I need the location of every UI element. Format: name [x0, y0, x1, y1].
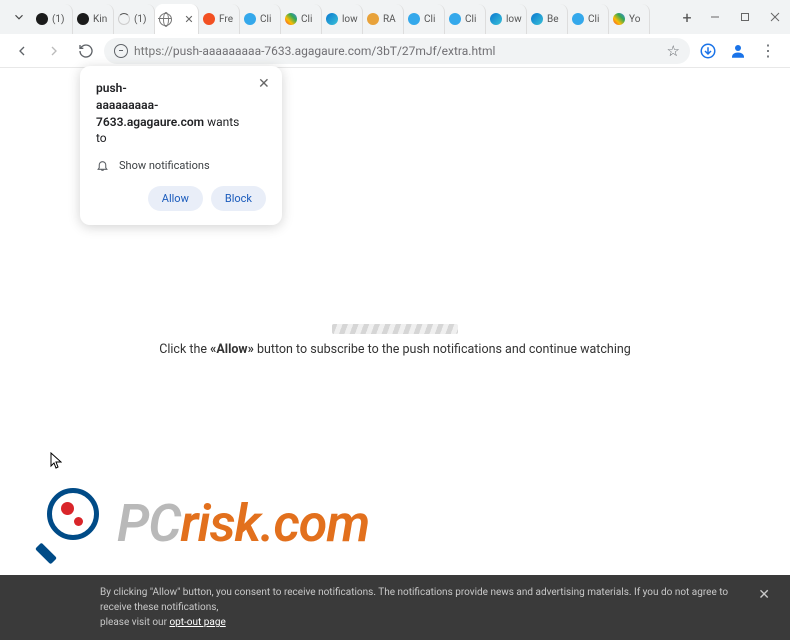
downloads-button[interactable] [694, 37, 722, 65]
browser-tab[interactable]: (1) [32, 4, 73, 34]
browser-tab[interactable]: Cli [240, 4, 281, 34]
nav-forward-button[interactable] [40, 37, 68, 65]
tab-favicon-icon [571, 12, 585, 26]
browser-tab[interactable]: Cli [404, 4, 445, 34]
browser-tab[interactable]: Cli [445, 4, 486, 34]
close-icon[interactable]: ✕ [258, 78, 270, 90]
tab-label: low [342, 14, 358, 25]
permission-capability-label: Show notifications [119, 159, 210, 172]
magnifier-icon [35, 484, 113, 562]
consent-banner: By clicking "Allow" button, you consent … [0, 575, 790, 640]
browser-tab[interactable]: Be [527, 4, 568, 34]
nav-back-button[interactable] [8, 37, 36, 65]
tab-label: Cli [465, 14, 476, 25]
tab-strip: (1) Kin (1) ✕ Fre Cli Cli low RA Cli Cli low Be Cli Yo [32, 0, 674, 34]
tab-favicon-icon [489, 12, 503, 26]
bell-icon [96, 159, 109, 172]
tab-favicon-icon [35, 12, 49, 26]
browser-tab[interactable]: low [486, 4, 527, 34]
tab-favicon-icon [530, 12, 544, 26]
address-bar: https://push-aaaaaaaaa-7633.agagaure.com… [0, 34, 790, 68]
tab-label: low [506, 14, 522, 25]
tab-label: Kin [93, 14, 107, 25]
tab-favicon-icon [325, 12, 339, 26]
brand-wordmark: PCrisk.com [117, 493, 369, 554]
allow-button[interactable]: Allow [148, 186, 203, 211]
consent-close-icon[interactable]: ✕ [758, 585, 770, 606]
tab-label: Cli [301, 14, 312, 25]
tab-label: Be [547, 14, 559, 25]
chrome-menu-button[interactable]: ⋮ [754, 37, 782, 65]
omnibox[interactable]: https://push-aaaaaaaaa-7633.agagaure.com… [104, 38, 690, 64]
browser-tab[interactable]: Yo [609, 4, 650, 34]
tab-search-dropdown[interactable] [6, 0, 32, 34]
nav-reload-button[interactable] [72, 37, 100, 65]
pcrisk-logo: PCrisk.com [35, 484, 369, 562]
tab-favicon-icon [448, 12, 462, 26]
tab-label: Cli [424, 14, 435, 25]
tab-favicon-icon [407, 12, 421, 26]
mouse-cursor-icon [50, 452, 62, 470]
browser-tab[interactable]: ✕ [155, 4, 199, 34]
browser-tab[interactable]: low [322, 4, 363, 34]
permission-capability-row: Show notifications [96, 159, 266, 172]
tab-favicon-icon [612, 12, 626, 26]
loading-bar-icon [332, 324, 458, 334]
tab-label: Yo [629, 14, 640, 25]
tab-label: (1) [52, 14, 65, 25]
tab-favicon-icon [76, 12, 90, 26]
instruction-text: Click the «Allow» button to subscribe to… [0, 342, 790, 357]
tab-close-icon[interactable]: ✕ [183, 13, 195, 25]
browser-tab[interactable]: Kin [73, 4, 114, 34]
new-tab-button[interactable]: + [674, 4, 700, 30]
window-maximize-button[interactable] [730, 0, 760, 34]
browser-tab[interactable]: RA [363, 4, 404, 34]
profile-button[interactable] [726, 39, 750, 63]
tab-favicon-icon [158, 12, 172, 26]
browser-tab[interactable]: (1) [114, 4, 155, 34]
window-close-button[interactable] [760, 0, 790, 34]
window-controls [700, 0, 790, 34]
page-center-content: Click the «Allow» button to subscribe to… [0, 324, 790, 357]
permission-origin: push-aaaaaaaaa-7633.agagaure.com wants t… [96, 80, 266, 147]
browser-tab[interactable]: Cli [281, 4, 322, 34]
tab-favicon-icon [202, 12, 216, 26]
tab-label: RA [383, 14, 396, 25]
opt-out-link[interactable]: opt-out page [169, 617, 225, 628]
browser-tab[interactable]: Fre [199, 4, 240, 34]
tab-favicon-icon [117, 12, 131, 26]
block-button[interactable]: Block [211, 186, 266, 211]
tab-favicon-icon [366, 12, 380, 26]
site-info-icon[interactable] [114, 44, 128, 58]
notification-permission-prompt: ✕ push-aaaaaaaaa-7633.agagaure.com wants… [80, 66, 282, 225]
url-text: https://push-aaaaaaaaa-7633.agagaure.com… [134, 44, 661, 58]
browser-tab[interactable]: Cli [568, 4, 609, 34]
tab-favicon-icon [243, 12, 257, 26]
tab-label: Fre [219, 14, 233, 25]
tab-favicon-icon [284, 12, 298, 26]
browser-titlebar: (1) Kin (1) ✕ Fre Cli Cli low RA Cli Cli low Be Cli Yo… [0, 0, 790, 34]
bookmark-star-icon[interactable]: ☆ [667, 42, 680, 60]
tab-label: Cli [260, 14, 271, 25]
tab-label: (1) [134, 14, 147, 25]
window-minimize-button[interactable] [700, 0, 730, 34]
tab-label: Cli [588, 14, 599, 25]
